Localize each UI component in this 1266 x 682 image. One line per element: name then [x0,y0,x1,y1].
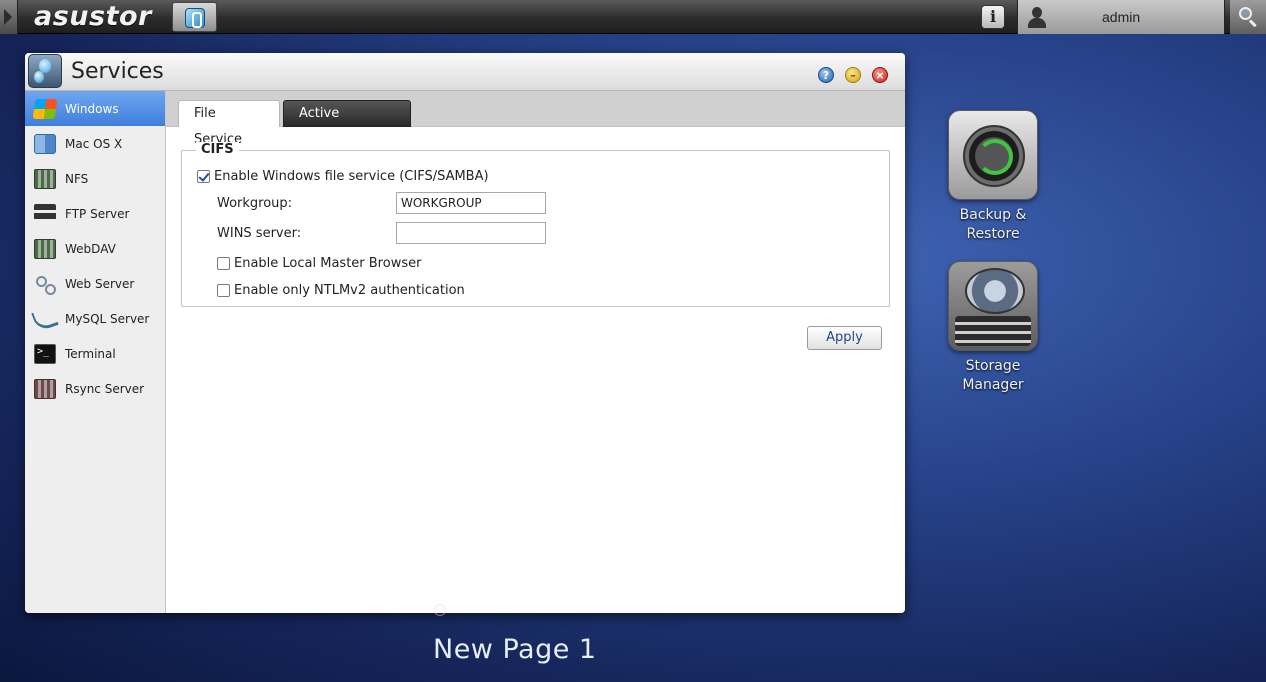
wins-server-input[interactable] [396,222,546,244]
enable-cifs-checkbox[interactable] [197,170,210,183]
sidebar-item-label: NFS [65,171,89,186]
sidebar-item-label: Windows [65,101,119,116]
user-menu[interactable]: admin [1017,0,1225,34]
sidebar-item-mysql-server[interactable]: MySQL Server [25,301,165,336]
terminal-icon [34,343,56,364]
workgroup-label: Workgroup: [217,196,293,211]
windows-icon [32,98,58,119]
webdav-icon [34,238,56,259]
brand-logo: asustor [34,1,152,32]
local-master-option[interactable]: Enable Local Master Browser [217,256,421,271]
sidebar-item-label: Rsync Server [65,381,145,396]
backup-restore-icon [948,110,1038,200]
services-sidebar: Windows Mac OS X NFS FTP Server WebDAV W… [25,91,166,613]
help-icon[interactable]: ? [818,67,834,83]
sidebar-item-mac-os-x[interactable]: Mac OS X [25,126,165,161]
sidebar-item-label: MySQL Server [65,311,150,326]
services-window: Services ? – × Windows Mac OS X NFS FTP … [25,53,905,613]
cifs-fieldset: CIFS Enable Windows file service (CIFS/S… [181,142,890,307]
page-indicator-dot[interactable] [434,604,446,616]
window-titlebar[interactable]: Services ? – × [25,53,905,91]
minimize-icon[interactable]: – [845,67,861,83]
mac-icon [34,133,56,154]
sidebar-item-windows[interactable]: Windows [25,91,165,126]
enable-cifs-option[interactable]: Enable Windows file service (CIFS/SAMBA) [197,169,489,184]
sidebar-item-label: Mac OS X [65,136,123,151]
storage-manager-icon [948,261,1038,351]
wins-server-label: WINS server: [217,226,302,241]
desktop-app-backup-restore[interactable]: Backup & Restore [938,110,1048,244]
sidebar-item-ftp-server[interactable]: FTP Server [25,196,165,231]
services-taskbar-button[interactable] [172,2,217,32]
web-server-icon [34,274,56,295]
services-app-icon [28,54,62,88]
ntlmv2-option[interactable]: Enable only NTLMv2 authentication [217,283,465,298]
username-label: admin [1102,9,1141,25]
sidebar-item-webdav[interactable]: WebDAV [25,231,165,266]
ntlmv2-checkbox[interactable] [217,284,230,297]
desktop-app-storage-manager[interactable]: Storage Manager [938,261,1048,395]
sidebar-item-label: FTP Server [65,206,130,221]
desktop-page-label: New Page 1 [433,634,597,665]
close-icon[interactable]: × [872,67,888,83]
window-title: Services [71,59,164,84]
ftp-icon [34,203,56,224]
nfs-icon [34,168,56,189]
desktop-toggle-handle[interactable] [0,0,18,34]
info-icon[interactable]: i [981,5,1005,29]
sidebar-item-label: WebDAV [65,241,116,256]
sidebar-item-label: Web Server [65,276,135,291]
cifs-legend: CIFS [196,142,239,157]
sidebar-item-rsync-server[interactable]: Rsync Server [25,371,165,406]
tab-strip: File Service Active Directory [166,91,905,147]
workgroup-input[interactable]: WORKGROUP [396,192,546,214]
ntlmv2-label: Enable only NTLMv2 authentication [234,283,465,298]
services-content: File Service Active Directory CIFS Enabl… [166,91,905,613]
desktop-app-label: Backup & Restore [959,207,1027,242]
mysql-icon [31,305,59,332]
sidebar-item-web-server[interactable]: Web Server [25,266,165,301]
sidebar-item-terminal[interactable]: Terminal [25,336,165,371]
local-master-label: Enable Local Master Browser [234,256,422,271]
sidebar-item-nfs[interactable]: NFS [25,161,165,196]
services-icon [185,8,205,28]
desktop-app-label: Storage Manager [962,358,1024,393]
user-icon [1026,6,1048,28]
local-master-checkbox[interactable] [217,257,230,270]
top-bar: asustor i admin [0,0,1266,34]
rsync-icon [34,378,56,399]
sidebar-item-label: Terminal [65,346,116,361]
search-icon[interactable] [1230,0,1266,34]
tab-file-service[interactable]: File Service [178,100,280,147]
tab-active-directory[interactable]: Active Directory [283,100,411,147]
apply-button[interactable]: Apply [807,326,882,350]
enable-cifs-label: Enable Windows file service (CIFS/SAMBA) [214,169,489,184]
